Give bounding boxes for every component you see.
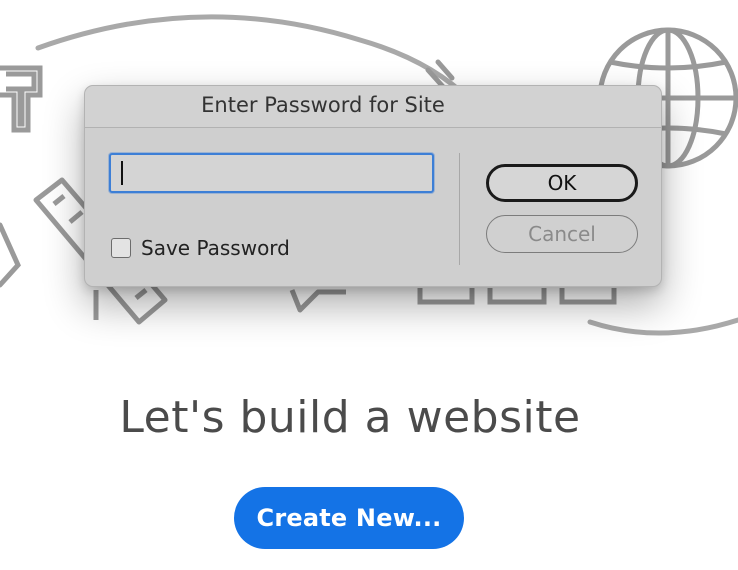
password-dialog: Enter Password for Site Save Password OK…: [84, 85, 662, 287]
save-password-option[interactable]: Save Password: [111, 236, 290, 260]
create-new-button[interactable]: Create New...: [234, 487, 464, 549]
welcome-screen: Let's build a website Create New... Ente…: [0, 0, 738, 570]
save-password-label[interactable]: Save Password: [141, 236, 290, 260]
dialog-divider: [459, 153, 460, 265]
page-headline: Let's build a website: [119, 392, 581, 443]
text-cursor: [121, 161, 123, 185]
save-password-checkbox[interactable]: [111, 238, 131, 258]
decorative-arc-right: [587, 317, 738, 336]
ok-button[interactable]: OK: [486, 164, 638, 202]
layout-blocks-icon: [417, 288, 617, 305]
dialog-titlebar: Enter Password for Site: [85, 86, 661, 128]
dialog-title: Enter Password for Site: [201, 93, 445, 117]
cancel-button[interactable]: Cancel: [486, 215, 638, 253]
password-input[interactable]: [109, 153, 434, 193]
speech-bubble-icon: [289, 289, 346, 313]
typography-icon: [0, 65, 43, 133]
